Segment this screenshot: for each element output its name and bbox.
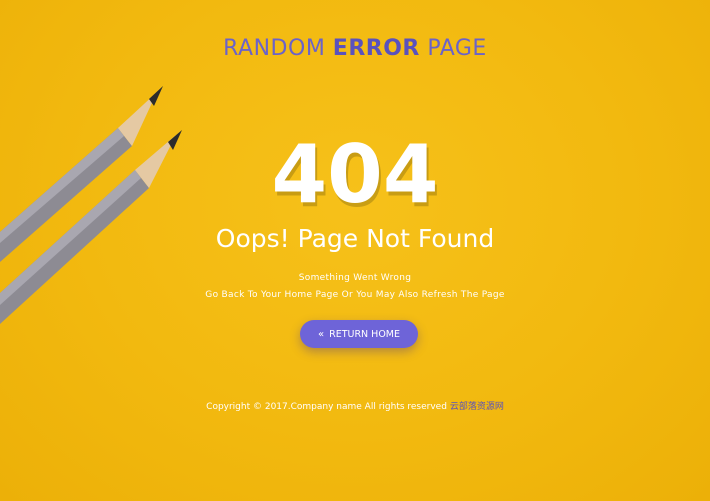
header-word-random: RANDOM [223,36,326,61]
header-word-error: ERROR [332,36,420,61]
return-home-label: RETURN HOME [329,328,401,340]
return-home-button[interactable]: « RETURN HOME [300,320,418,348]
double-chevron-left-icon: « [317,328,325,340]
error-title: Oops! Page Not Found [215,224,495,253]
footer: Copyright © 2017.Company name All rights… [0,399,710,412]
page-header-title: RANDOM ERROR PAGE [0,36,710,61]
error-message-line-1: Something Went Wrong [298,273,412,283]
footer-link[interactable]: 云部落资源网 [450,402,504,412]
error-code: 404 [271,128,439,221]
error-message-line-2: Go Back To Your Home Page Or You May Als… [205,290,505,300]
footer-copyright: Copyright © 2017.Company name All rights… [206,402,447,412]
header-word-page: PAGE [427,36,487,61]
